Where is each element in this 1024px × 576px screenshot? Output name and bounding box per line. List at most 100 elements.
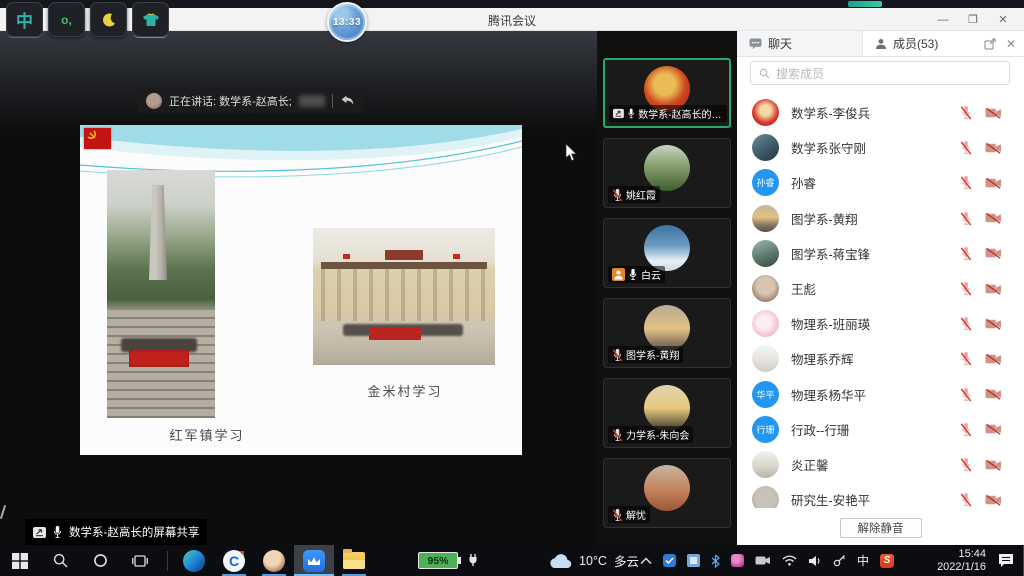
popout-icon[interactable] (984, 38, 996, 50)
camera-muted-icon[interactable] (985, 353, 1002, 365)
member-row[interactable]: 华平物理系杨华平 (737, 377, 1024, 412)
participant-thumbnail[interactable]: 白云 (603, 218, 731, 288)
member-row[interactable]: 物理系-班丽瑛 (737, 306, 1024, 341)
participant-thumbnail[interactable]: 图学系-黄翔 (603, 298, 731, 368)
participant-name: 姚红霞 (626, 187, 656, 202)
camera-muted-icon[interactable] (985, 142, 1002, 154)
thumbnail-label: 白云 (608, 266, 665, 283)
cortana-icon[interactable] (80, 545, 120, 576)
camera-muted-icon[interactable] (985, 177, 1002, 189)
camera-muted-icon[interactable] (985, 388, 1002, 400)
taskbar-weather[interactable]: 10°C 多云 (548, 545, 639, 576)
member-row[interactable]: 物理系乔辉 (737, 341, 1024, 376)
camera-muted-icon[interactable] (985, 494, 1002, 506)
reply-arrow-icon[interactable] (340, 94, 355, 107)
member-row[interactable]: 图学系-黄翔 (737, 201, 1024, 236)
task-view-icon[interactable] (120, 545, 160, 576)
sogou-input-icon[interactable]: S (880, 554, 894, 568)
member-row[interactable]: 行珊行政--行珊 (737, 412, 1024, 447)
ime-indicator[interactable]: 中 (857, 552, 869, 569)
member-row[interactable]: 孙睿孙睿 (737, 165, 1024, 200)
member-row[interactable]: 王彪 (737, 271, 1024, 306)
blue-square-icon[interactable] (687, 554, 700, 567)
mic-muted-icon[interactable] (960, 211, 972, 226)
mic-muted-icon (612, 188, 623, 202)
bluetooth-icon[interactable] (711, 554, 720, 568)
participant-thumbnail[interactable]: 力学系-朱向会 (603, 378, 731, 448)
participant-name: 力学系-朱向会 (626, 427, 689, 442)
mic-muted-icon[interactable] (960, 281, 972, 296)
ime-language-button[interactable]: 中 (6, 2, 43, 37)
building-roof (321, 262, 487, 269)
mic-muted-icon[interactable] (960, 175, 972, 190)
c-app-icon[interactable]: C (214, 545, 254, 576)
member-avatar (752, 99, 779, 126)
action-center-icon[interactable] (998, 553, 1014, 568)
mic-muted-icon[interactable] (960, 492, 972, 507)
participant-thumbnail[interactable]: 解忧 (603, 458, 731, 528)
mic-muted-icon[interactable] (960, 246, 972, 261)
mic-muted-icon[interactable] (960, 457, 972, 472)
camera-muted-icon[interactable] (985, 283, 1002, 295)
member-avatar (752, 345, 779, 372)
member-avatar: 华平 (752, 381, 779, 408)
member-row[interactable]: 数学系张守刚 (737, 130, 1024, 165)
battery-indicator[interactable]: 95% (418, 552, 458, 569)
member-name: 行政--行珊 (791, 420, 849, 439)
volume-icon[interactable] (808, 555, 822, 567)
caption-right: 金米村学习 (335, 381, 475, 400)
photo-monument (107, 170, 215, 418)
mic-muted-icon[interactable] (960, 105, 972, 120)
member-row[interactable]: 图学系-蒋宝锋 (737, 236, 1024, 271)
taskbar-clock[interactable]: 15:44 2022/1/16 (937, 548, 986, 573)
ime-nightmode-button[interactable] (90, 2, 127, 37)
search-icon[interactable] (40, 545, 80, 576)
wifi-icon[interactable] (782, 555, 797, 566)
close-button[interactable]: ✕ (988, 13, 1018, 26)
key-icon[interactable] (833, 554, 846, 567)
pink-app-icon[interactable] (731, 554, 744, 567)
ime-skin-button[interactable] (132, 2, 169, 37)
file-explorer-icon[interactable] (334, 545, 374, 576)
mic-muted-icon[interactable] (960, 387, 972, 402)
ime-punctuation-button[interactable]: o, (48, 2, 85, 37)
participant-thumbnail[interactable]: 姚红霞 (603, 138, 731, 208)
camera-muted-icon[interactable] (985, 247, 1002, 259)
member-row[interactable]: 炎正馨 (737, 447, 1024, 482)
contact-app-icon[interactable] (254, 545, 294, 576)
thumbnail-label: 图学系-黄翔 (608, 346, 683, 363)
panel-close-icon[interactable]: ✕ (1006, 37, 1016, 51)
caret-icon[interactable] (640, 557, 652, 565)
mic-muted-icon[interactable] (960, 351, 972, 366)
camera-muted-icon[interactable] (985, 107, 1002, 119)
mic-muted-icon[interactable] (960, 316, 972, 331)
meeting-timer-badge[interactable]: 13:33 (327, 2, 367, 42)
unmute-button[interactable]: 解除静音 (840, 518, 922, 538)
start-icon[interactable] (0, 545, 40, 576)
shirt-icon (142, 13, 160, 27)
member-row[interactable]: 数学系-李俊兵 (737, 95, 1024, 130)
mini-toolbar-handle[interactable] (848, 1, 882, 7)
member-name: 研究生-安艳平 (791, 490, 870, 509)
minimize-button[interactable]: — (928, 14, 958, 26)
party-flag-logo (84, 128, 111, 149)
maximize-button[interactable]: ❐ (958, 13, 988, 26)
mic-muted-icon[interactable] (960, 140, 972, 155)
mic-muted-icon[interactable] (960, 422, 972, 437)
search-members-input[interactable]: 搜索成员 (750, 61, 1010, 85)
member-list[interactable]: 数学系-李俊兵数学系张守刚孙睿孙睿图学系-黄翔图学系-蒋宝锋王彪物理系-班丽瑛物… (737, 95, 1024, 545)
camera-icon[interactable] (755, 555, 771, 566)
camera-muted-icon[interactable] (985, 459, 1002, 471)
camera-muted-icon[interactable] (985, 423, 1002, 435)
security-shield-icon[interactable] (663, 554, 676, 567)
member-avatar (752, 451, 779, 478)
thumbnail-label: 数学系-赵高长的屏幕... (609, 105, 727, 122)
tencent-meeting-icon[interactable] (294, 545, 334, 576)
tab-members[interactable]: 成员(53) (863, 31, 975, 56)
tab-chat[interactable]: 聊天 (737, 31, 863, 56)
camera-muted-icon[interactable] (985, 212, 1002, 224)
edge-icon[interactable] (174, 545, 214, 576)
person-icon (875, 38, 887, 50)
participant-thumbnail[interactable]: 数学系-赵高长的屏幕... (603, 58, 731, 128)
camera-muted-icon[interactable] (985, 318, 1002, 330)
